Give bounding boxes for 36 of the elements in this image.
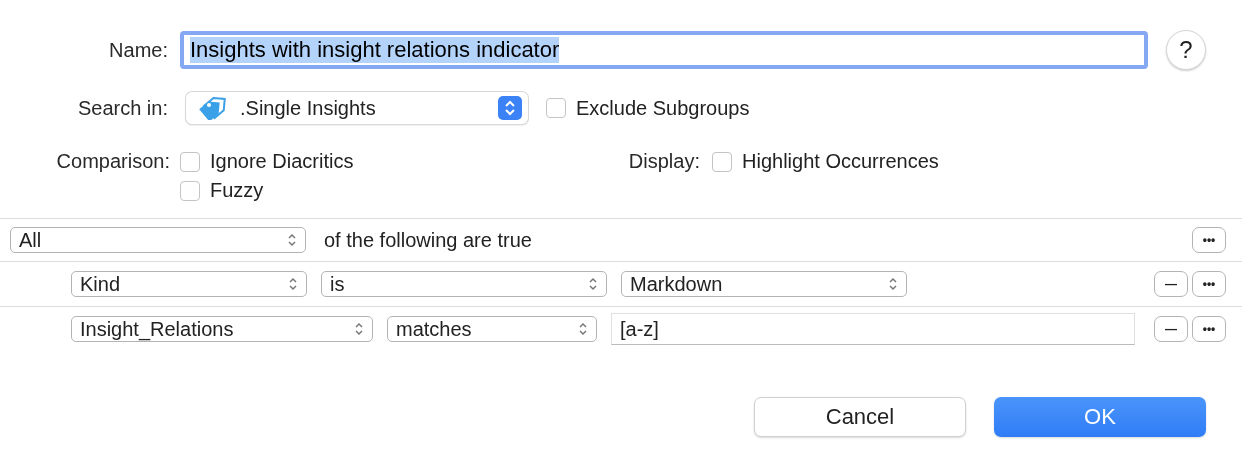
updown-arrows-icon	[287, 232, 297, 248]
more-button[interactable]: •••	[1192, 271, 1226, 297]
value-field[interactable]: [a-z]	[611, 313, 1135, 345]
criterion-popup[interactable]: Kind	[71, 271, 307, 297]
option-label: Highlight Occurrences	[742, 150, 939, 173]
updown-arrows-icon	[288, 276, 298, 292]
display-label: Display:	[627, 150, 700, 173]
cancel-button[interactable]: Cancel	[754, 397, 966, 437]
checkbox[interactable]	[180, 151, 200, 172]
updown-arrows-icon	[354, 321, 364, 337]
match-popup[interactable]: All	[10, 227, 306, 253]
search-in-label: Search in:	[76, 96, 168, 120]
updown-arrows-icon	[888, 276, 898, 292]
criterion-popup[interactable]: matches	[387, 316, 597, 342]
remove-button[interactable]: —	[1154, 271, 1188, 297]
stepper-icon	[498, 96, 522, 120]
name-label: Name:	[108, 38, 168, 62]
updown-arrows-icon	[578, 321, 588, 337]
option-label: Fuzzy	[210, 179, 264, 202]
updown-arrows-icon	[588, 276, 598, 292]
comparison-label: Comparison:	[55, 150, 170, 173]
criterion-popup[interactable]: Markdown	[621, 271, 907, 297]
checkbox[interactable]	[180, 180, 200, 201]
checkbox[interactable]	[546, 98, 566, 118]
more-button[interactable]: •••	[1192, 316, 1226, 342]
criterion-popup[interactable]: Insight_Relations	[71, 316, 373, 342]
search-in-popup[interactable]: .Single Insights	[186, 92, 528, 124]
name-field[interactable]: Insights with insight relations indicator	[180, 31, 1148, 69]
rule-text: of the following are true	[324, 228, 532, 252]
exclude-subgroups-label: Exclude Subgroups	[576, 96, 750, 120]
more-button[interactable]: •••	[1192, 227, 1226, 253]
criterion-popup[interactable]: is	[321, 271, 607, 297]
remove-button[interactable]: —	[1154, 316, 1188, 342]
checkbox[interactable]	[712, 151, 732, 172]
option-label: Ignore Diacritics	[210, 150, 354, 173]
help-button[interactable]: ?	[1166, 30, 1206, 70]
